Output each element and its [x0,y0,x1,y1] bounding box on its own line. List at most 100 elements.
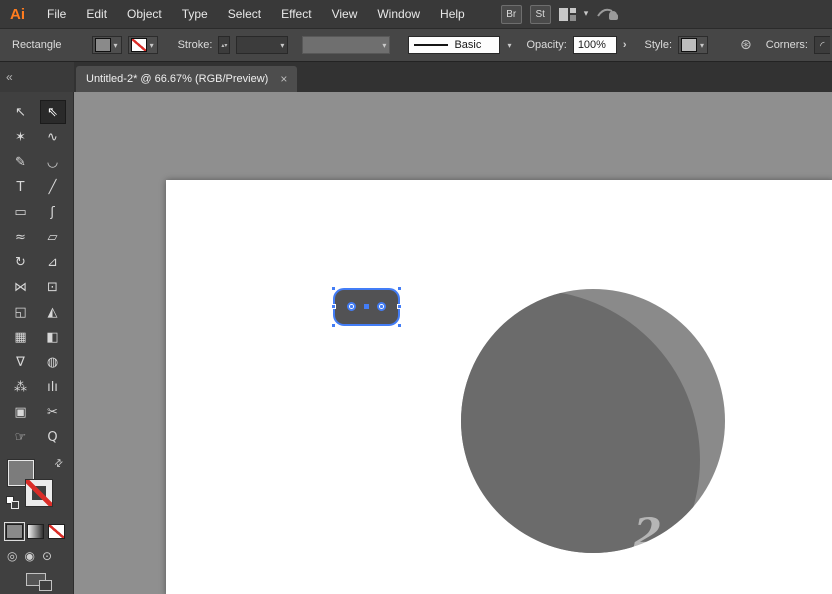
document-tab-title: Untitled-2* @ 66.67% (RGB/Preview) [86,73,269,85]
toolbar-collapse-button[interactable]: « [0,62,74,92]
menu-type[interactable]: Type [172,0,218,28]
anchor-point[interactable] [397,323,402,328]
anchor-point[interactable] [331,304,336,309]
menu-effect[interactable]: Effect [271,0,321,28]
corners-dropdown[interactable]: ◜ [813,36,830,54]
menu-view[interactable]: View [322,0,368,28]
fill-swatch[interactable] [94,38,111,52]
drawing-mode-buttons: ◎ ◉ ⊙ [7,549,52,563]
paintbrush-tool[interactable]: ʃ [40,200,66,224]
shape-builder-tool[interactable]: ◱ [8,300,34,324]
workspace-switcher-icon[interactable] [558,7,576,21]
color-mode-buttons [4,522,65,541]
menu-object[interactable]: Object [117,0,172,28]
lasso-tool[interactable]: ∿ [40,125,66,149]
rectangle-tool[interactable]: ▭ [8,200,34,224]
style-control[interactable]: ▾ [678,36,709,54]
tools-grid: ↖ ⇖ ✶ ∿ ✎ ◡ T ╱ ▭ ʃ ≈ ▱ ↻ ⊿ ⋈ ⊡ ◱ ◭ ▦ ◧ ∇ ◍ ⁂ ılı ▣ ✂ ☞ Q [0,92,73,449]
draw-normal-button[interactable]: ◎ [7,549,17,563]
recolor-artwork-icon[interactable]: ⊛ [740,37,752,53]
app-logo: Ai [10,5,25,23]
perspective-grid-tool[interactable]: ◭ [40,300,66,324]
selected-rounded-rectangle[interactable] [331,286,402,328]
brush-stroke-preview [414,44,449,46]
chevron-down-icon[interactable]: ▾ [506,41,512,50]
menu-edit[interactable]: Edit [76,0,117,28]
draw-behind-button[interactable]: ◉ [24,549,34,563]
menu-select[interactable]: Select [218,0,271,28]
brush-name: Basic [454,39,482,51]
style-label: Style: [644,39,672,51]
opacity-field[interactable]: 100% [572,36,617,54]
document-tab[interactable]: Untitled-2* @ 66.67% (RGB/Preview) × [76,66,298,92]
slice-tool[interactable]: ✂ [40,400,66,424]
chevron-down-icon: ▾ [382,40,387,50]
rotate-tool[interactable]: ↻ [8,250,34,274]
curvature-tool[interactable]: ◡ [40,150,66,174]
screen-mode-button[interactable] [26,573,52,591]
selection-tool[interactable]: ↖ [8,100,34,124]
free-transform-tool[interactable]: ⊡ [40,275,66,299]
width-profile-dropdown: ▾ [302,36,391,54]
hand-gesture-icon[interactable] [596,6,620,22]
gradient-tool[interactable]: ◧ [40,325,66,349]
menu-help[interactable]: Help [430,0,475,28]
scale-tool[interactable]: ⊿ [40,250,66,274]
opacity-flyout-icon[interactable]: › [623,39,627,51]
menu-window[interactable]: Window [367,0,430,28]
shaper-tool[interactable]: ≈ [8,225,34,249]
magic-wand-tool[interactable]: ✶ [8,125,34,149]
anchor-point[interactable] [331,286,336,291]
chevron-down-icon[interactable]: ▾ [113,41,119,50]
stroke-label: Stroke: [177,39,213,51]
artboard-tool[interactable]: ▣ [8,400,34,424]
line-segment-tool[interactable]: ╱ [40,175,66,199]
width-tool[interactable]: ⋈ [8,275,34,299]
stroke-none-swatch[interactable] [130,38,147,52]
anchor-point[interactable] [331,323,336,328]
blend-tool[interactable]: ◍ [40,350,66,374]
chevron-down-icon[interactable]: ▾ [584,9,589,19]
type-tool[interactable]: T [8,175,34,199]
eraser-tool[interactable]: ▱ [40,225,66,249]
stock-button[interactable]: St [529,4,551,24]
bridge-button[interactable]: Br [500,4,522,24]
symbol-sprayer-tool[interactable]: ⁂ [8,375,34,399]
tab-close-icon[interactable]: × [280,72,287,86]
watermark-text: 2 [634,510,662,557]
column-graph-tool[interactable]: ılı [40,375,66,399]
corner-widget[interactable] [377,302,386,311]
center-anchor[interactable] [363,304,369,309]
default-stroke-swatch[interactable] [11,501,19,509]
fill-color-control[interactable]: ▾ [91,36,122,54]
gradient-button[interactable] [27,524,44,539]
canvas[interactable]: 2 [74,92,832,594]
menu-bar: Ai File Edit Object Type Select Effect View Win… [0,0,832,28]
stroke-color-control[interactable]: ▾ [127,36,158,54]
stroke-weight-stepper[interactable]: ▴▾ [218,36,231,54]
menu-file[interactable]: File [37,0,76,28]
swap-fill-stroke-icon[interactable]: ⇄ [52,457,66,471]
chevron-down-icon[interactable]: ▾ [699,41,705,50]
opacity-label: Opacity: [526,39,567,51]
menu-items: File Edit Object Type Select Effect View Window… [37,0,475,28]
chevron-down-icon[interactable]: ▾ [149,41,155,50]
brush-definition-dropdown[interactable]: Basic [408,36,501,54]
collapse-chevrons-icon: « [6,70,13,84]
color-button[interactable] [4,522,25,541]
pen-tool[interactable]: ✎ [8,150,34,174]
stroke-weight-dropdown[interactable]: ▾ [236,36,289,54]
zoom-tool[interactable]: Q [40,425,66,449]
corner-widget[interactable] [347,302,356,311]
draw-inside-button[interactable]: ⊙ [42,549,52,563]
control-bar: Rectangle ▾ ▾ Stroke: ▴▾ ▾ ▾ Basic ▾ Opa… [0,28,832,62]
hand-tool[interactable]: ☞ [8,425,34,449]
anchor-point[interactable] [397,304,402,309]
stroke-color-indicator[interactable] [26,480,52,506]
none-button[interactable] [48,524,65,539]
mesh-tool[interactable]: ▦ [8,325,34,349]
anchor-point[interactable] [397,286,402,291]
style-swatch[interactable] [681,38,697,52]
eyedropper-tool[interactable]: ∇ [8,350,34,374]
direct-selection-tool[interactable]: ⇖ [39,100,66,124]
